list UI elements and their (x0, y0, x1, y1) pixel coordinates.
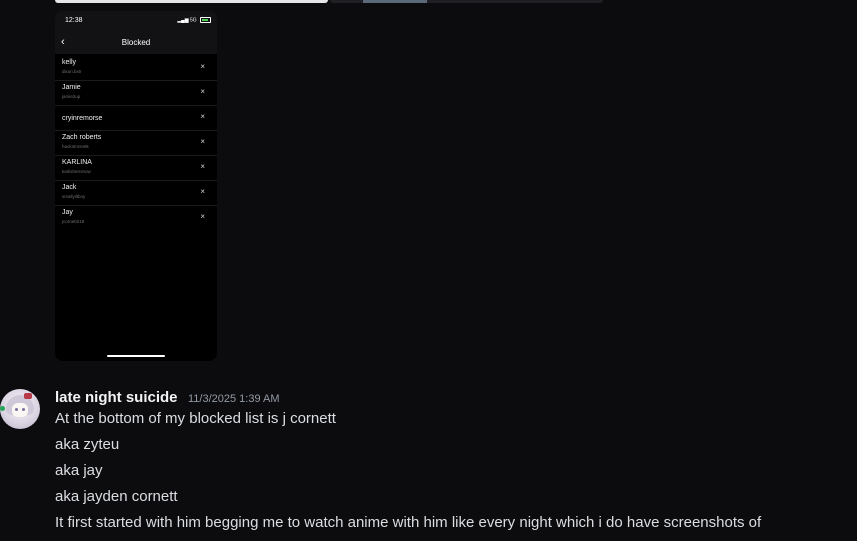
blocked-user-name: Jack (62, 184, 77, 191)
blocked-user-row: Jamie jamie2up × (55, 81, 217, 106)
close-icon: × (200, 162, 205, 171)
signal-icon: ▂▄▆ (177, 17, 189, 24)
message-header: late night suicide 11/3/2025 1:39 AM (55, 389, 280, 407)
close-icon: × (200, 137, 205, 146)
blocked-user-name: Jay (62, 209, 73, 216)
network-label: 5G (189, 17, 197, 24)
message-timestamp[interactable]: 11/3/2025 1:39 AM (188, 393, 280, 405)
blocked-user-name: KARLINA (62, 159, 92, 166)
home-indicator (107, 355, 165, 357)
message-line: At the bottom of my blocked list is j co… (55, 410, 336, 427)
blocked-user-row: Zach roberts hack3mrsn9k × (55, 131, 217, 156)
blocked-list-screenshot[interactable]: 12:38 ▂▄▆ 5G ‹ Blocked kelly dixon.bxtr … (55, 11, 217, 361)
phone-status-bar: 12:38 ▂▄▆ 5G (55, 11, 217, 31)
blocked-user-row: kelly dixon.bxtr × (55, 56, 217, 81)
phone-nav-bar: ‹ Blocked (55, 31, 217, 54)
username[interactable]: late night suicide (55, 389, 178, 406)
blocked-user-handle: jamie2up (62, 94, 81, 99)
message-line: It first started with him begging me to … (55, 514, 762, 531)
battery-icon (200, 17, 211, 23)
previous-attachments-strip (55, 0, 603, 4)
previous-image-edge-accent (363, 0, 427, 3)
blocked-user-name: Jamie (62, 84, 81, 91)
message-line: aka zyteu (55, 436, 120, 453)
close-icon: × (200, 62, 205, 71)
phone-page-title: Blocked (121, 38, 151, 47)
blocked-user-name: Zach roberts (62, 134, 102, 141)
blocked-user-handle: hack3mrsn9k (62, 144, 89, 149)
blocked-user-handle: jcornett218 (62, 219, 85, 224)
message-line: aka jay (55, 462, 103, 479)
blocked-user-row: KARLINA karlisherninow × (55, 156, 217, 181)
blocked-user-handle: karlisherninow (62, 169, 91, 174)
blocked-user-name: cryinremorse (62, 115, 103, 122)
close-icon: × (200, 212, 205, 221)
blocked-user-row: cryinremorse × (55, 106, 217, 131)
close-icon: × (200, 187, 205, 196)
previous-image-edge[interactable] (55, 0, 328, 3)
close-icon: × (200, 112, 205, 121)
close-icon: × (200, 87, 205, 96)
blocked-user-row: Jack smallyiltboy × (55, 181, 217, 206)
blocked-user-handle: dixon.bxtr (62, 69, 82, 74)
online-status-indicator (0, 406, 5, 411)
phone-time: 12:38 (65, 17, 83, 24)
blocked-user-list: kelly dixon.bxtr × Jamie jamie2up × cryi… (55, 56, 217, 230)
blocked-user-handle: smallyiltboy (62, 194, 86, 199)
message-line: aka jayden cornett (55, 488, 178, 505)
avatar[interactable] (0, 389, 40, 429)
blocked-user-row: Jay jcornett218 × (55, 206, 217, 230)
signal-battery-icons: ▂▄▆ 5G (177, 17, 211, 23)
blocked-user-name: kelly (62, 59, 77, 66)
